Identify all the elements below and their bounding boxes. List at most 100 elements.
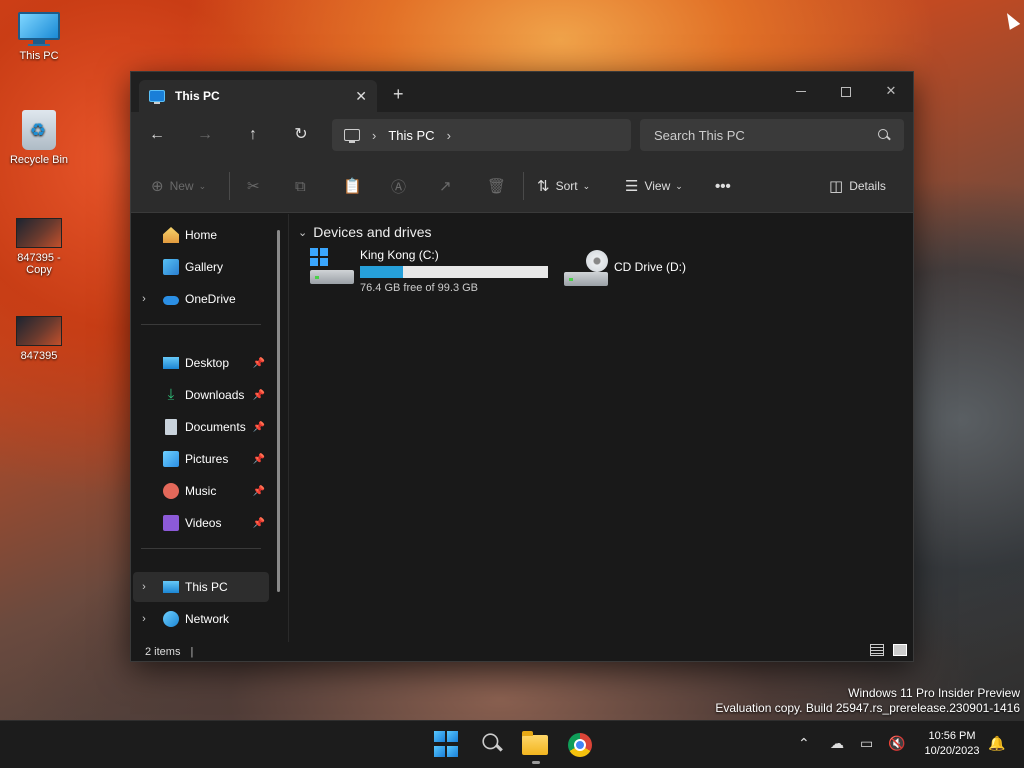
drive-usage-bar: [360, 266, 548, 278]
copy-button[interactable]: ⧉: [295, 175, 312, 197]
pin-icon[interactable]: 📌: [253, 422, 265, 433]
navigation-bar: ← → ↑ ↻ › This PC › Search This PC: [131, 112, 913, 158]
notification-bell-icon[interactable]: 🔔: [988, 735, 1005, 752]
chevron-right-icon[interactable]: ›: [133, 613, 155, 625]
more-options-button[interactable]: •••: [715, 175, 737, 197]
image-thumbnail-icon: [16, 316, 62, 346]
sidebar-item-network[interactable]: › Network: [133, 604, 269, 634]
minimize-button[interactable]: [781, 78, 821, 104]
search-icon: [878, 129, 890, 141]
sidebar-scrollbar[interactable]: [277, 230, 280, 592]
pin-icon[interactable]: 📌: [253, 518, 265, 529]
paste-icon: 📋: [343, 178, 362, 195]
close-window-button[interactable]: ✕: [871, 78, 911, 104]
tiles-view-button[interactable]: [893, 644, 907, 656]
recycle-bin-icon: ♻: [22, 110, 56, 150]
chevron-right-icon[interactable]: ›: [447, 128, 451, 143]
toolbar-divider: [523, 172, 524, 200]
search-button[interactable]: [480, 731, 508, 759]
sidebar-item-label: Documents: [185, 420, 246, 434]
this-pc-icon: [149, 90, 165, 104]
sidebar-item-gallery[interactable]: Gallery: [133, 252, 269, 282]
onedrive-tray-icon[interactable]: ☁: [830, 735, 844, 752]
breadcrumb-this-pc[interactable]: This PC: [388, 128, 434, 143]
pin-icon[interactable]: 📌: [253, 390, 265, 401]
clock-date: 10/20/2023: [924, 745, 980, 757]
sidebar-item-documents[interactable]: Documents 📌: [133, 412, 269, 442]
this-pc-icon: [163, 581, 179, 593]
start-button[interactable]: [434, 731, 462, 759]
command-bar: ⊕ New ⌄ ✂ ⧉ 📋 Ⓐ ↗ 🗑 ⇅ Sort ⌄ ☰ View ⌄ ••…: [131, 158, 913, 213]
desktop-icon-label: Recycle Bin: [9, 154, 69, 166]
desktop-icon-recycle-bin[interactable]: ♻ Recycle Bin: [2, 110, 76, 166]
onedrive-icon: [163, 296, 179, 305]
chevron-down-icon: ⌄: [675, 180, 683, 191]
view-button[interactable]: ☰ View ⌄: [625, 175, 683, 197]
maximize-button[interactable]: [826, 78, 866, 104]
sidebar-item-label: Pictures: [185, 452, 229, 466]
search-input[interactable]: Search This PC: [654, 128, 878, 143]
rename-button[interactable]: Ⓐ: [391, 175, 412, 197]
chevron-down-icon: ⌄: [198, 180, 207, 191]
desktop-icon-847395-copy[interactable]: 847395 - Copy: [2, 218, 76, 276]
group-header-devices[interactable]: ⌄ Devices and drives: [298, 224, 432, 240]
chevron-right-icon[interactable]: ›: [133, 581, 155, 593]
toolbar-divider: [229, 172, 230, 200]
sort-label: Sort: [555, 179, 578, 193]
back-button[interactable]: ←: [145, 124, 169, 148]
share-icon: ↗: [439, 178, 452, 195]
chevron-right-icon[interactable]: ›: [133, 293, 155, 305]
sidebar-item-desktop[interactable]: Desktop 📌: [133, 348, 269, 378]
sort-button[interactable]: ⇅ Sort ⌄: [537, 175, 590, 197]
pin-icon[interactable]: 📌: [253, 454, 265, 465]
chevron-right-icon[interactable]: ›: [372, 128, 376, 143]
refresh-button[interactable]: ↻: [289, 124, 313, 148]
details-pane-button[interactable]: ◫ Details: [829, 175, 886, 197]
forward-button[interactable]: →: [193, 124, 217, 148]
volume-muted-icon[interactable]: 🔇: [888, 735, 905, 752]
delete-button[interactable]: 🗑: [487, 175, 512, 197]
file-explorer-taskbar-button[interactable]: [522, 731, 550, 759]
sidebar-item-this-pc[interactable]: › This PC: [133, 572, 269, 602]
view-list-icon: ☰: [625, 178, 639, 195]
paste-button[interactable]: 📋: [343, 175, 368, 197]
address-bar[interactable]: › This PC ›: [332, 119, 631, 151]
title-bar[interactable]: This PC ✕ + ✕: [131, 72, 913, 112]
pin-icon[interactable]: 📌: [253, 358, 265, 369]
drive-item-d[interactable]: CD Drive (D:): [564, 250, 686, 286]
new-button[interactable]: ⊕ New ⌄: [151, 175, 206, 197]
search-box[interactable]: Search This PC: [640, 119, 904, 151]
view-label: View: [644, 179, 671, 193]
desktop-icon-label: 847395: [20, 350, 58, 362]
pane-splitter[interactable]: [288, 214, 289, 642]
cut-icon: ✂: [247, 178, 260, 195]
status-divider: |: [190, 646, 194, 658]
cut-button[interactable]: ✂: [247, 175, 266, 197]
sidebar-item-label: Desktop: [185, 356, 230, 370]
sidebar-item-downloads[interactable]: ⤓ Downloads 📌: [133, 380, 269, 410]
sidebar-item-music[interactable]: Music 📌: [133, 476, 269, 506]
navigation-pane: Home Gallery › OneDrive Desktop 📌 ⤓ Down…: [131, 214, 289, 632]
clock[interactable]: 10:56 PM 10/20/2023: [920, 729, 984, 759]
sidebar-item-label: OneDrive: [185, 292, 236, 306]
desktop-icon-847395[interactable]: 847395: [2, 316, 76, 362]
chrome-taskbar-button[interactable]: [566, 731, 594, 759]
desktop-icon-this-pc[interactable]: This PC: [2, 12, 76, 62]
share-button[interactable]: ↗: [439, 175, 458, 197]
details-view-button[interactable]: [870, 644, 884, 656]
new-tab-button[interactable]: +: [393, 84, 404, 104]
show-hidden-icons-button[interactable]: ⌃: [798, 735, 810, 752]
pin-icon[interactable]: 📌: [253, 486, 265, 497]
documents-icon: [165, 419, 177, 435]
sidebar-item-onedrive[interactable]: › OneDrive: [133, 284, 269, 314]
sidebar-item-home[interactable]: Home: [133, 220, 269, 250]
content-area: ⌄ Devices and drives King Kong (C:) 76.4…: [290, 214, 914, 642]
drive-item-c[interactable]: King Kong (C:) 76.4 GB free of 99.3 GB: [310, 248, 548, 294]
close-tab-icon[interactable]: ✕: [355, 88, 367, 105]
tab-this-pc[interactable]: This PC ✕: [139, 80, 377, 112]
sidebar-item-videos[interactable]: Videos 📌: [133, 508, 269, 538]
sidebar-divider: [141, 548, 261, 549]
network-tray-icon[interactable]: ▭: [860, 735, 873, 752]
up-button[interactable]: ↑: [241, 124, 265, 148]
sidebar-item-pictures[interactable]: Pictures 📌: [133, 444, 269, 474]
